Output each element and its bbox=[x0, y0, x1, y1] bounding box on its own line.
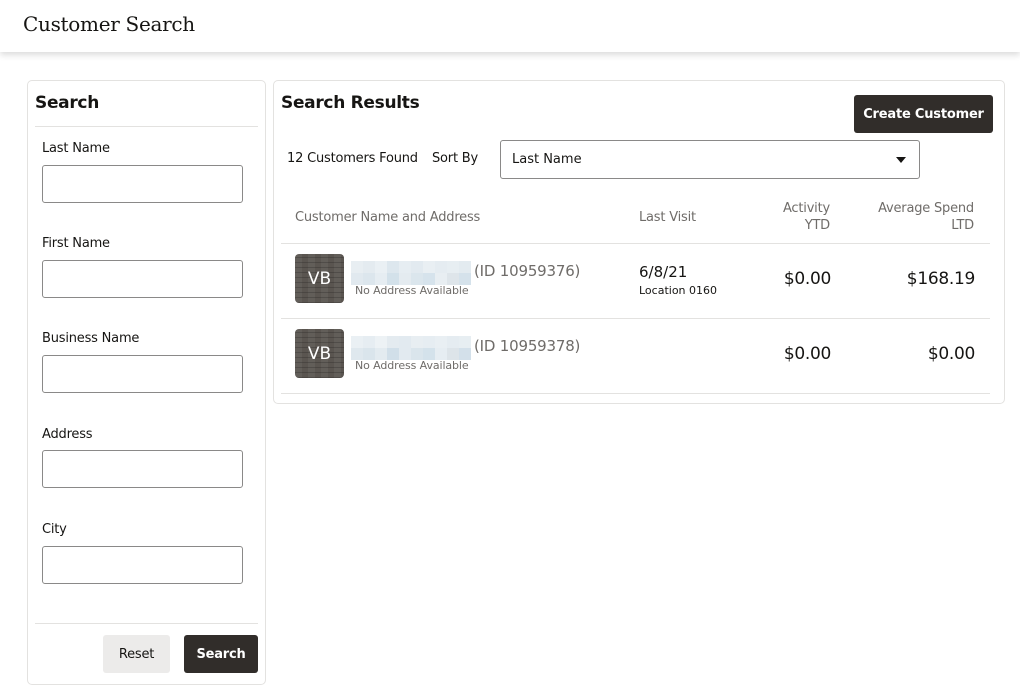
col-header-avg-spend-line2: LTD bbox=[951, 218, 974, 233]
first-name-label: First Name bbox=[42, 236, 110, 251]
col-header-avg-spend-line1: Average Spend bbox=[878, 201, 974, 216]
sort-by-select[interactable]: Last Name bbox=[500, 140, 920, 179]
average-spend-ltd: $168.19 bbox=[906, 269, 976, 289]
sort-by-value: Last Name bbox=[512, 152, 582, 167]
col-header-activity-ytd: Activity YTD bbox=[783, 200, 830, 234]
chevron-down-icon bbox=[896, 157, 906, 163]
address-label: Address bbox=[42, 427, 93, 442]
reset-button[interactable]: Reset bbox=[103, 635, 170, 673]
customer-address: No Address Available bbox=[355, 359, 469, 372]
customer-name-redacted[interactable] bbox=[351, 261, 471, 285]
divider bbox=[35, 126, 258, 127]
activity-ytd: $0.00 bbox=[783, 344, 831, 364]
business-name-input[interactable] bbox=[42, 355, 243, 393]
business-name-label: Business Name bbox=[42, 331, 140, 346]
customer-id: (ID 10959378) bbox=[474, 337, 581, 355]
last-name-input[interactable] bbox=[42, 165, 243, 203]
activity-ytd: $0.00 bbox=[783, 269, 831, 289]
customer-address: No Address Available bbox=[355, 284, 469, 297]
page-title: Customer Search bbox=[23, 12, 195, 36]
col-header-avg-spend-ltd: Average Spend LTD bbox=[878, 200, 974, 234]
city-input[interactable] bbox=[42, 546, 243, 584]
avatar: VB bbox=[295, 329, 344, 378]
avatar: VB bbox=[295, 254, 344, 303]
last-visit-location: Location 0160 bbox=[639, 284, 718, 297]
results-panel: Search Results Create Customer 12 Custom… bbox=[273, 80, 1005, 404]
app-header: Customer Search bbox=[0, 0, 1020, 52]
average-spend-ltd: $0.00 bbox=[927, 344, 975, 364]
customer-name-redacted[interactable] bbox=[351, 336, 471, 360]
address-input[interactable] bbox=[42, 450, 243, 488]
sort-by-label: Sort By bbox=[432, 151, 478, 166]
col-header-name-address: Customer Name and Address bbox=[295, 210, 481, 225]
first-name-input[interactable] bbox=[42, 260, 243, 298]
city-label: City bbox=[42, 522, 67, 537]
results-count: 12 Customers Found bbox=[287, 151, 418, 166]
search-button[interactable]: Search bbox=[184, 635, 258, 673]
last-visit-date: 6/8/21 bbox=[639, 263, 688, 281]
last-name-label: Last Name bbox=[42, 141, 110, 156]
search-panel: Search Last Name First Name Business Nam… bbox=[27, 80, 266, 685]
col-header-last-visit: Last Visit bbox=[639, 210, 696, 225]
col-header-activity-line1: Activity bbox=[782, 201, 830, 216]
create-customer-button[interactable]: Create Customer bbox=[854, 95, 993, 133]
results-heading: Search Results bbox=[281, 93, 420, 113]
customer-row[interactable]: VB (ID 10959376) No Address Available 6/… bbox=[281, 244, 990, 319]
col-header-activity-line2: YTD bbox=[804, 218, 830, 233]
customer-row[interactable]: VB (ID 10959378) No Address Available $0… bbox=[281, 319, 990, 394]
divider bbox=[35, 623, 258, 624]
customer-id: (ID 10959376) bbox=[474, 262, 581, 280]
search-heading: Search bbox=[35, 93, 100, 113]
